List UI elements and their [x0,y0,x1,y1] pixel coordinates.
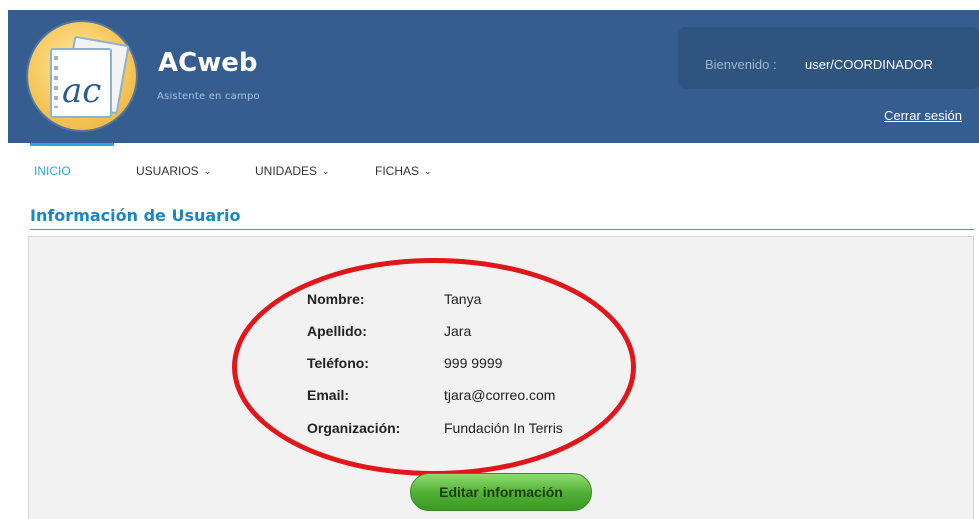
logo-mark: ac [62,71,102,111]
field-value: tjara@correo.com [444,387,556,403]
logout-link[interactable]: Cerrar sesión [884,108,962,123]
field-label: Organización: [307,420,401,436]
app-tagline: Asistente en campo [157,91,260,102]
field-value: 999 9999 [444,355,503,371]
page-title: Información de Usuario [30,206,241,225]
logo-binder-holes [54,56,58,108]
chevron-down-icon: ⌄ [424,166,432,176]
current-user: user/COORDINADOR [805,57,933,72]
field-value: Tanya [444,291,482,307]
nav-item-usuarios[interactable]: USUARIOS ⌄ [136,164,211,178]
edit-info-button[interactable]: Editar información [410,473,592,511]
chevron-down-icon: ⌄ [322,166,330,176]
app-header: ac ACweb Asistente en campo [8,10,979,143]
field-value: Jara [444,323,472,339]
app-logo[interactable]: ac [28,22,136,130]
nav-item-label: INICIO [34,164,71,178]
field-label: Teléfono: [307,355,369,371]
main-nav: INICIO USUARIOS ⌄ UNIDADES ⌄ FICHAS ⌄ [0,164,979,184]
field-label: Email: [307,387,350,403]
field-label: Nombre: [307,291,365,307]
nav-item-label: USUARIOS [136,164,199,178]
chevron-down-icon: ⌄ [203,166,212,176]
nav-item-inicio[interactable]: INICIO [34,164,71,178]
app-name: ACweb [158,48,258,78]
field-value: Fundación In Terris [444,420,563,436]
nav-item-label: FICHAS [375,164,420,178]
title-divider [30,229,974,230]
welcome-label: Bienvenido : [705,57,777,72]
nav-item-unidades[interactable]: UNIDADES ⌄ [255,164,330,178]
field-label: Apellido: [307,323,367,339]
nav-active-indicator [30,143,114,146]
nav-item-label: UNIDADES [255,164,318,178]
nav-item-fichas[interactable]: FICHAS ⌄ [375,164,432,178]
